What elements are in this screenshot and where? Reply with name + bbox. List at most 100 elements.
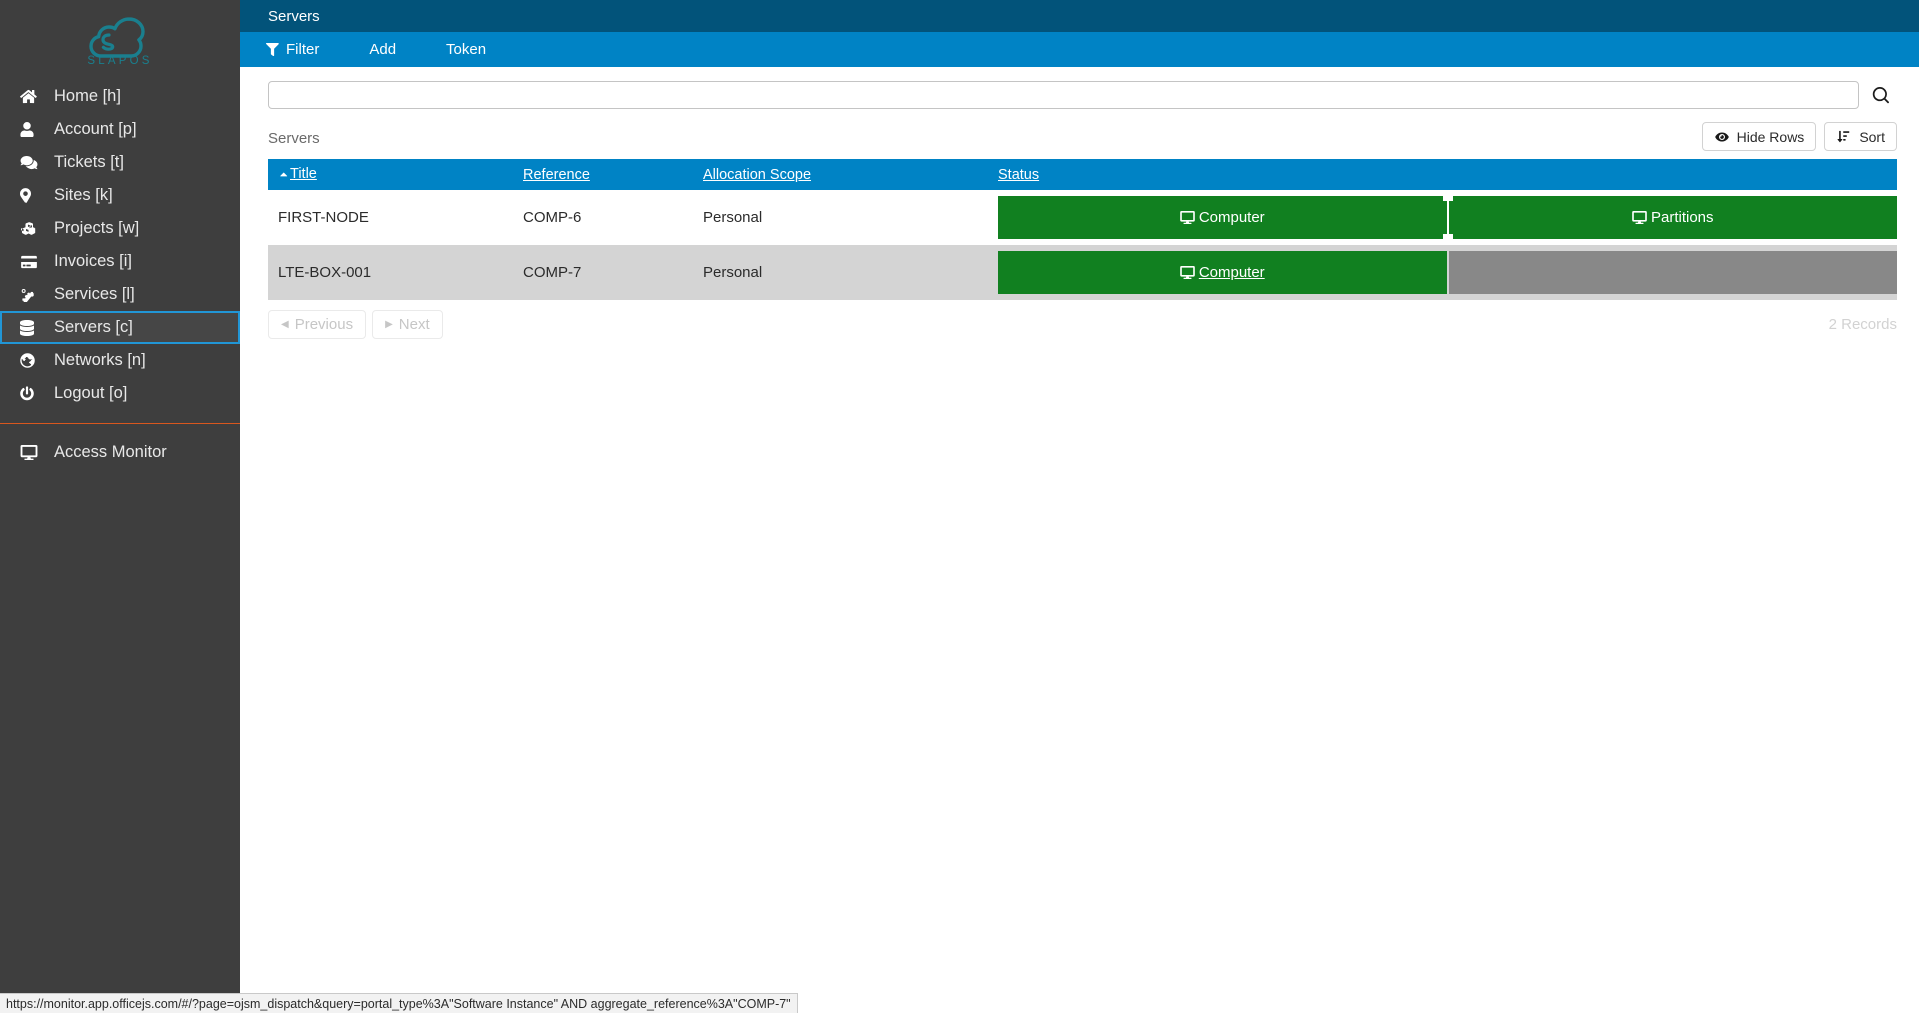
table-header-row: Title Reference Allocation Scope Status <box>268 159 1897 190</box>
computer-label: Computer <box>1198 264 1265 281</box>
sidebar-item-label: Tickets [t] <box>54 153 124 172</box>
listbox-controls: Hide Rows Sort <box>1701 122 1897 151</box>
partitions-label: Partitions <box>1650 209 1714 226</box>
status-actions: Computer <box>998 251 1897 294</box>
home-icon <box>20 89 46 104</box>
sidebar-divider <box>0 423 240 424</box>
cell-title: FIRST-NODE <box>278 209 369 226</box>
filter-icon <box>266 43 279 56</box>
table-row[interactable]: LTE-BOX-001 COMP-7 Personal Computer <box>268 245 1897 300</box>
table-head: Title Reference Allocation Scope Status <box>268 159 1897 190</box>
power-off-icon <box>20 386 46 401</box>
sidebar-item-servers[interactable]: Servers [c] <box>0 311 240 344</box>
sort-amount-down-icon <box>1836 130 1852 143</box>
sort-button[interactable]: Sort <box>1824 122 1897 151</box>
sidebar-item-projects[interactable]: Projects [w] <box>0 212 240 245</box>
sidebar-item-services[interactable]: Services [l] <box>0 278 240 311</box>
record-count: 2 Records <box>1828 316 1897 333</box>
servers-table: Title Reference Allocation Scope Status <box>268 159 1897 300</box>
cogs-icon <box>20 287 46 302</box>
sidebar-item-label: Account [p] <box>54 120 137 139</box>
column-header-status[interactable]: Status <box>988 159 1897 190</box>
next-label: Next <box>398 316 430 333</box>
sidebar-item-sites[interactable]: Sites [k] <box>0 179 240 212</box>
hide-rows-label: Hide Rows <box>1736 128 1805 145</box>
cubes-icon <box>20 221 46 236</box>
cell-status: Computer Partitions <box>988 190 1897 245</box>
sidebar-item-label: Sites [k] <box>54 186 113 205</box>
database-icon <box>20 319 46 336</box>
table-body: FIRST-NODE COMP-6 Personal Computer Part… <box>268 190 1897 300</box>
sidebar-item-label: Services [l] <box>54 285 135 304</box>
sidebar-item-home[interactable]: Home [h] <box>0 80 240 113</box>
sidebar: SLAPOS Home [h] Account [p] Tickets [t] … <box>0 0 240 1013</box>
table-row[interactable]: FIRST-NODE COMP-6 Personal Computer Part… <box>268 190 1897 245</box>
sidebar-item-label: Projects [w] <box>54 219 140 238</box>
search-button[interactable] <box>1863 81 1897 109</box>
previous-label: Previous <box>294 316 354 333</box>
hide-rows-button[interactable]: Hide Rows <box>1701 122 1817 151</box>
pagination-row: ◀ Previous ▶ Next 2 Records <box>240 300 1919 339</box>
listbox-caption-row: Servers Hide Rows Sort <box>240 109 1919 151</box>
globe-icon <box>20 353 46 368</box>
cell-allocation-scope: Personal <box>703 209 763 226</box>
empty-action-button <box>1448 251 1897 294</box>
content-area: Servers Hide Rows Sort Title Reference A… <box>240 67 1919 339</box>
status-actions: Computer Partitions <box>998 196 1897 239</box>
sidebar-item-invoices[interactable]: Invoices [i] <box>0 245 240 278</box>
main-panel: Servers Filter Add Token Servers Hide Ro… <box>240 0 1919 1013</box>
comments-icon <box>20 155 46 170</box>
sidebar-item-tickets[interactable]: Tickets [t] <box>0 146 240 179</box>
cell-reference: COMP-7 <box>523 264 582 281</box>
add-button[interactable]: Add <box>369 41 396 58</box>
eye-icon <box>1714 131 1730 143</box>
button-notch-bottom <box>1442 234 1453 239</box>
caret-left-icon: ◀ <box>281 318 289 330</box>
column-header-label: Reference <box>523 166 590 183</box>
column-header-reference[interactable]: Reference <box>513 159 693 190</box>
browser-status-bar: https://monitor.app.officejs.com/#/?page… <box>0 993 798 1013</box>
cell-status: Computer <box>988 245 1897 300</box>
search-row <box>240 67 1919 109</box>
cell-allocation-scope: Personal <box>703 264 763 281</box>
search-icon <box>1872 86 1889 104</box>
page-header: Servers <box>240 0 1919 32</box>
sidebar-item-access-monitor[interactable]: Access Monitor <box>0 436 240 469</box>
token-button[interactable]: Token <box>446 41 486 58</box>
application-window: SLAPOS Home [h] Account [p] Tickets [t] … <box>0 0 1919 1013</box>
sidebar-item-label: Invoices [i] <box>54 252 132 271</box>
cell-title: LTE-BOX-001 <box>278 264 372 281</box>
previous-page-button[interactable]: ◀ Previous <box>268 310 367 339</box>
computer-button[interactable]: Computer <box>998 251 1447 294</box>
sidebar-item-account[interactable]: Account [p] <box>0 113 240 146</box>
page-title: Servers <box>268 7 320 25</box>
filter-button[interactable]: Filter <box>266 41 319 58</box>
map-marker-icon <box>20 188 46 203</box>
sidebar-item-label: Servers [c] <box>54 318 133 337</box>
listbox-caption: Servers <box>268 130 320 147</box>
pagination-controls: ◀ Previous ▶ Next <box>268 310 443 339</box>
search-input[interactable] <box>268 81 1859 109</box>
column-header-allocation-scope[interactable]: Allocation Scope <box>693 159 988 190</box>
svg-text:SLAPOS: SLAPOS <box>87 55 152 64</box>
credit-card-icon <box>20 255 46 269</box>
column-header-label: Allocation Scope <box>703 166 812 183</box>
partitions-button[interactable]: Partitions <box>1442 196 1897 239</box>
slapos-logo[interactable]: SLAPOS <box>0 0 240 72</box>
sidebar-item-logout[interactable]: Logout [o] <box>0 377 240 410</box>
computer-label: Computer <box>1198 209 1265 226</box>
desktop-icon <box>20 445 46 460</box>
next-page-button[interactable]: ▶ Next <box>372 310 443 339</box>
sidebar-nav: Home [h] Account [p] Tickets [t] Sites [… <box>0 80 240 469</box>
sidebar-item-networks[interactable]: Networks [n] <box>0 344 240 377</box>
sort-label: Sort <box>1859 128 1885 145</box>
token-label: Token <box>446 41 487 58</box>
sidebar-item-label: Logout [o] <box>54 384 128 403</box>
column-header-title[interactable]: Title <box>268 159 513 190</box>
sidebar-item-label: Networks [n] <box>54 351 146 370</box>
button-notch-top <box>1442 196 1453 201</box>
add-label: Add <box>369 41 397 58</box>
computer-button[interactable]: Computer <box>998 196 1447 239</box>
filter-label: Filter <box>286 41 320 58</box>
desktop-icon <box>1632 211 1647 224</box>
